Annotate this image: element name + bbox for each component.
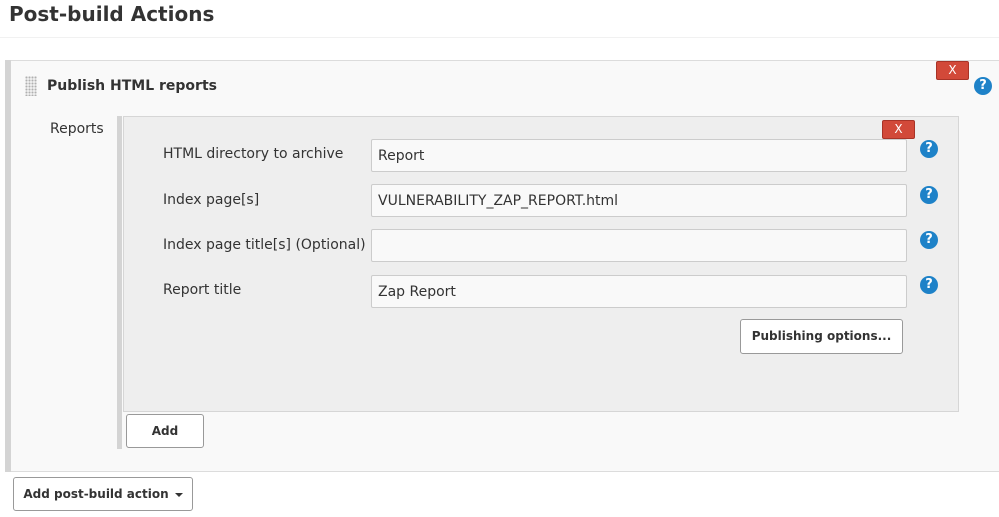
publishing-options-button[interactable]: Publishing options...: [740, 319, 903, 354]
reports-bar: [117, 116, 122, 449]
help-icon[interactable]: ?: [920, 231, 938, 249]
index-pages-label: Index page[s]: [163, 192, 260, 208]
publisher-title: Publish HTML reports: [47, 78, 217, 94]
html-directory-label: HTML directory to archive: [163, 146, 344, 162]
help-icon[interactable]: ?: [920, 140, 938, 158]
add-report-button[interactable]: Add: [126, 414, 204, 448]
drag-handle-icon[interactable]: [25, 76, 37, 96]
html-directory-input[interactable]: [371, 139, 907, 172]
report-title-label: Report title: [163, 282, 242, 298]
reports-label: Reports: [50, 121, 104, 137]
delete-report-button[interactable]: X: [882, 120, 915, 139]
help-icon[interactable]: ?: [920, 276, 938, 294]
section-divider: [0, 37, 999, 38]
add-post-build-action-button[interactable]: Add post-build action: [13, 477, 193, 511]
section-title: Post-build Actions: [9, 2, 215, 26]
caret-down-icon: [174, 492, 183, 497]
index-page-titles-input[interactable]: [371, 229, 907, 262]
publisher-bar: [5, 60, 11, 472]
index-pages-input[interactable]: [371, 184, 907, 217]
help-icon[interactable]: ?: [974, 77, 992, 95]
index-page-titles-label: Index page title[s] (Optional): [163, 237, 366, 253]
help-icon[interactable]: ?: [920, 186, 938, 204]
report-title-input[interactable]: [371, 275, 907, 308]
add-post-build-action-label: Add post-build action: [23, 487, 169, 501]
delete-publisher-button[interactable]: X: [936, 61, 969, 80]
